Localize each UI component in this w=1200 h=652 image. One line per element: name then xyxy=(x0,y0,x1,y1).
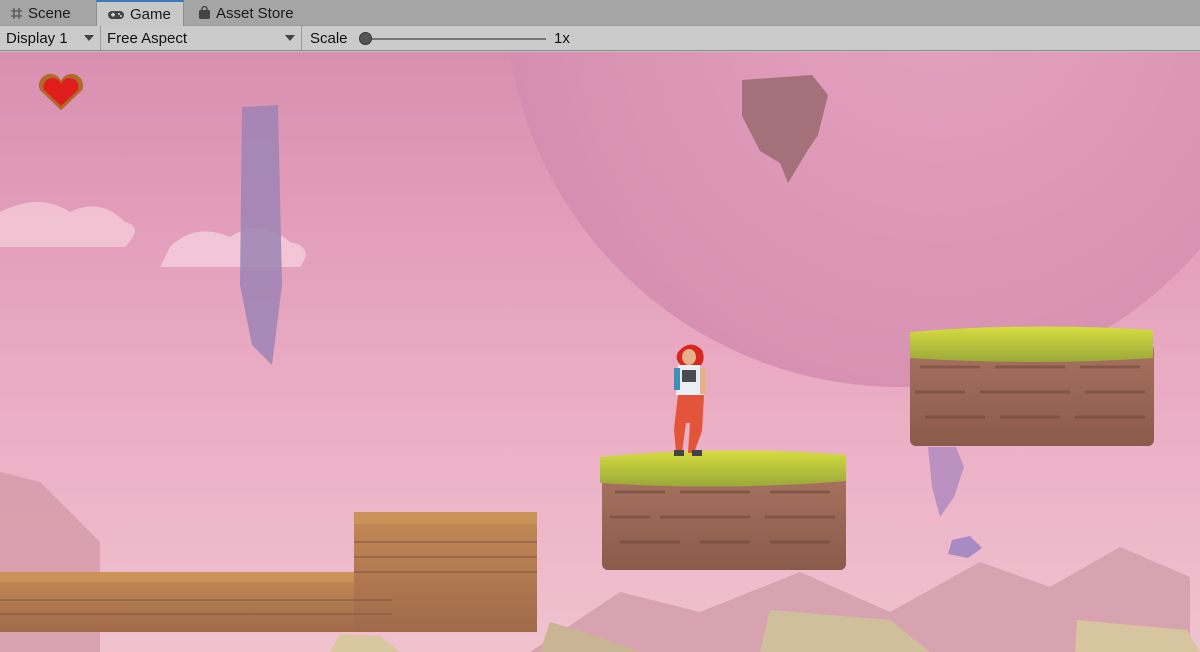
tab-game[interactable]: Game xyxy=(96,0,184,27)
display-dropdown[interactable]: Display 1 xyxy=(0,26,101,50)
heart-icon xyxy=(39,74,149,112)
chevron-down-icon xyxy=(285,35,295,41)
ground-step-top xyxy=(354,512,537,524)
aspect-dropdown[interactable]: Free Aspect xyxy=(101,26,302,50)
editor-tab-strip: Scene Game Asset Store xyxy=(0,0,1200,27)
tab-game-label: Game xyxy=(130,6,171,23)
heart-icon xyxy=(39,74,212,112)
tab-asset-store[interactable]: Asset Store xyxy=(188,0,308,26)
heart-icon xyxy=(39,74,338,112)
game-view-toolbar: Display 1 Free Aspect Scale 1x xyxy=(0,26,1200,51)
tab-scene-label: Scene xyxy=(28,4,71,22)
gamepad-icon xyxy=(107,9,125,21)
shopping-bag-icon xyxy=(198,6,211,20)
chevron-down-icon xyxy=(84,35,94,41)
display-dropdown-value: Display 1 xyxy=(6,29,68,47)
scale-label: Scale xyxy=(310,30,348,47)
middle-platform-grass xyxy=(600,450,846,487)
ground-top xyxy=(0,572,392,582)
grid-icon xyxy=(10,7,23,20)
heart-icon xyxy=(39,74,275,112)
game-viewport[interactable] xyxy=(0,52,1200,652)
tab-scene[interactable]: Scene xyxy=(0,0,90,26)
scale-slider-handle[interactable] xyxy=(359,32,372,45)
aspect-dropdown-value: Free Aspect xyxy=(107,29,188,47)
game-scene xyxy=(0,52,1200,652)
health-hearts xyxy=(36,74,351,112)
tab-asset-store-label: Asset Store xyxy=(216,4,294,22)
scale-slider-track[interactable] xyxy=(364,38,546,40)
right-platform-grass xyxy=(910,326,1153,362)
scale-value: 1x xyxy=(554,30,570,47)
